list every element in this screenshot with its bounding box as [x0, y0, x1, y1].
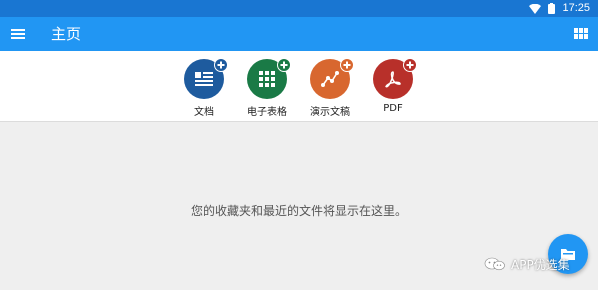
wechat-icon	[484, 257, 505, 271]
empty-state-message: 您的收藏夹和最近的文件将显示在这里。	[190, 204, 407, 218]
create-document-button[interactable]: 文档	[169, 58, 239, 118]
grid-view-icon[interactable]	[574, 27, 588, 41]
create-presentation-label: 演示文稿	[310, 107, 350, 118]
quick-create-bar: 文档 电子表格 演示文稿 PDF	[0, 51, 598, 122]
app-bar: 主页	[0, 17, 598, 51]
create-presentation-button[interactable]: 演示文稿	[295, 58, 365, 118]
plus-badge-icon	[277, 58, 291, 72]
create-pdf-button[interactable]: PDF	[358, 58, 428, 114]
page-title: 主页	[51, 25, 82, 43]
create-spreadsheet-button[interactable]: 电子表格	[232, 58, 302, 118]
status-icons: 17:25	[529, 0, 590, 17]
battery-icon	[548, 3, 556, 14]
hamburger-menu-icon[interactable]	[10, 26, 26, 42]
status-bar: 17:25	[0, 0, 598, 17]
status-time: 17:25	[562, 2, 590, 14]
create-spreadsheet-circle	[247, 58, 291, 99]
presentation-icon	[321, 71, 339, 87]
plus-badge-icon	[340, 58, 354, 72]
create-spreadsheet-label: 电子表格	[247, 107, 287, 118]
create-pdf-circle	[373, 58, 417, 99]
create-document-circle	[184, 58, 228, 99]
watermark: APP优选集	[484, 256, 570, 272]
watermark-text: APP优选集	[511, 257, 570, 272]
create-pdf-label: PDF	[383, 103, 403, 114]
document-icon	[195, 72, 213, 86]
spreadsheet-icon	[259, 71, 275, 87]
create-presentation-circle	[310, 58, 354, 99]
create-document-label: 文档	[194, 107, 214, 118]
pdf-icon	[385, 71, 401, 88]
plus-badge-icon	[214, 58, 228, 72]
plus-badge-icon	[403, 58, 417, 72]
wifi-icon	[529, 3, 542, 14]
